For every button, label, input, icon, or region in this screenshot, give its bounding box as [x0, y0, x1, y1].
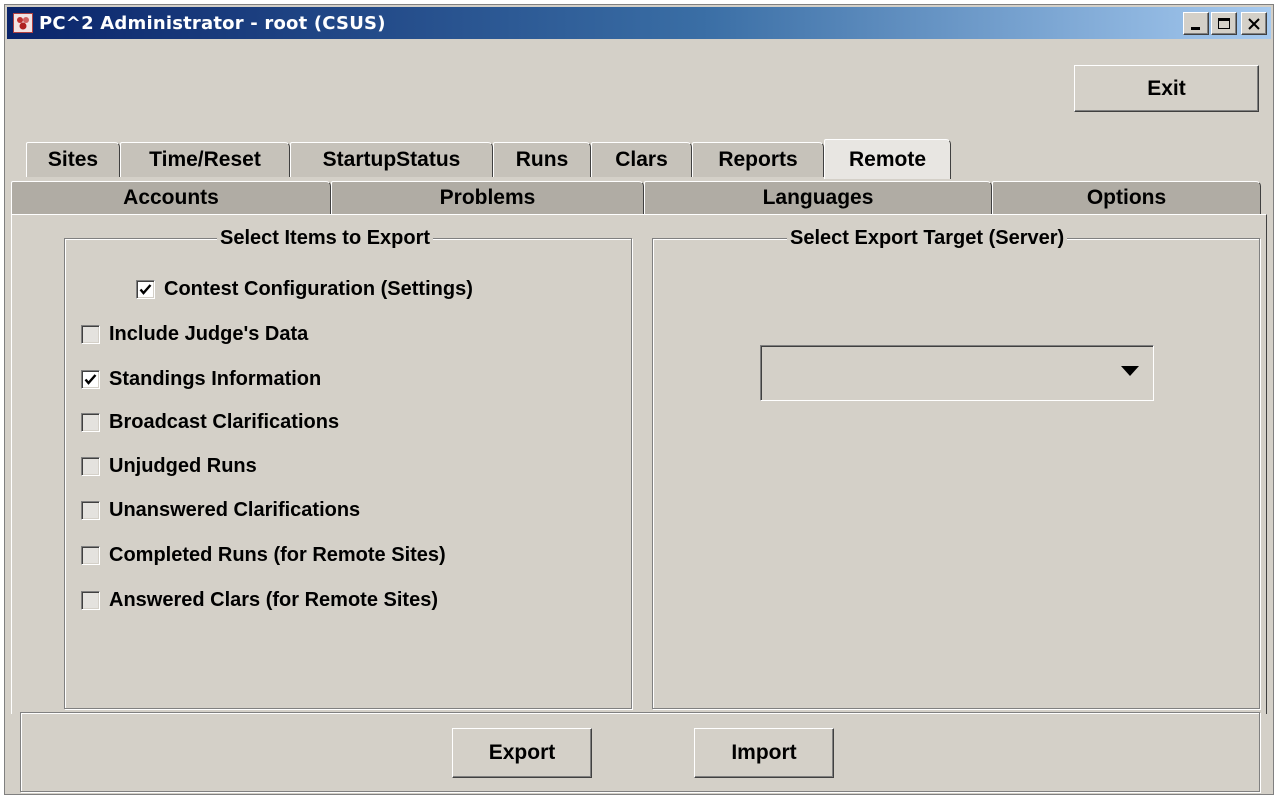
export-items-title: Select Items to Export	[217, 227, 434, 250]
dropdown-arrow-icon	[1121, 366, 1139, 376]
checkbox-box[interactable]	[136, 280, 155, 299]
tab-reports[interactable]: Reports	[692, 142, 824, 177]
exit-button[interactable]: Exit	[1074, 65, 1259, 112]
checkbox-label: Include Judge's Data	[109, 323, 309, 345]
checkbox-unjudged-runs[interactable]: Unjudged Runs	[81, 455, 257, 478]
tab-languages[interactable]: Languages	[644, 181, 992, 214]
export-target-select[interactable]	[760, 345, 1154, 401]
window-controls	[1183, 12, 1267, 35]
checkbox-include-judges-data[interactable]: Include Judge's Data	[81, 323, 308, 346]
tab-clars[interactable]: Clars	[591, 142, 692, 177]
minimize-button[interactable]	[1183, 12, 1209, 35]
action-button-panel	[20, 712, 1260, 792]
export-target-group: Select Export Target (Server)	[652, 227, 1260, 709]
checkmark-icon	[139, 284, 152, 295]
checkbox-label: Broadcast Clarifications	[109, 411, 340, 433]
checkbox-box[interactable]	[81, 457, 100, 476]
checkbox-standings-information[interactable]: Standings Information	[81, 368, 321, 391]
tab-sites[interactable]: Sites	[26, 142, 120, 177]
checkbox-box[interactable]	[81, 370, 100, 389]
import-button[interactable]: Import	[694, 728, 834, 778]
export-button[interactable]: Export	[452, 728, 592, 778]
checkbox-broadcast-clarifications[interactable]: Broadcast Clarifications	[81, 411, 339, 434]
checkbox-label: Unanswered Clarifications	[109, 499, 361, 521]
maximize-button[interactable]	[1211, 12, 1237, 35]
checkbox-box[interactable]	[81, 546, 100, 565]
checkbox-completed-runs[interactable]: Completed Runs (for Remote Sites)	[81, 544, 446, 567]
tab-options[interactable]: Options	[992, 181, 1261, 214]
close-button[interactable]	[1241, 12, 1267, 35]
checkbox-answered-clars[interactable]: Answered Clars (for Remote Sites)	[81, 589, 438, 612]
checkbox-label: Completed Runs (for Remote Sites)	[109, 544, 446, 566]
checkbox-label: Standings Information	[109, 368, 322, 390]
checkbox-box[interactable]	[81, 325, 100, 344]
title-bar[interactable]: PC^2 Administrator - root (CSUS)	[7, 7, 1271, 39]
tab-runs[interactable]: Runs	[493, 142, 591, 177]
window-title: PC^2 Administrator - root (CSUS)	[39, 12, 386, 34]
app-window: PC^2 Administrator - root (CSUS) Exit Si…	[4, 4, 1274, 795]
minimize-icon	[1191, 26, 1200, 30]
tab-startup-status[interactable]: StartupStatus	[290, 142, 493, 177]
checkbox-box[interactable]	[81, 413, 100, 432]
checkmark-icon	[84, 374, 97, 385]
close-icon	[1248, 17, 1260, 30]
app-logo-icon	[13, 13, 33, 33]
tab-time-reset[interactable]: Time/Reset	[120, 142, 290, 177]
checkbox-label: Contest Configuration (Settings)	[164, 278, 473, 300]
tab-remote[interactable]: Remote	[824, 139, 951, 179]
export-target-title: Select Export Target (Server)	[787, 227, 1068, 250]
tab-accounts[interactable]: Accounts	[11, 181, 331, 214]
checkbox-contest-configuration[interactable]: Contest Configuration (Settings)	[136, 278, 473, 301]
maximize-icon	[1218, 17, 1230, 29]
checkbox-unanswered-clarifications[interactable]: Unanswered Clarifications	[81, 499, 360, 522]
checkbox-box[interactable]	[81, 591, 100, 610]
checkbox-box[interactable]	[81, 501, 100, 520]
checkbox-label: Answered Clars (for Remote Sites)	[109, 589, 438, 611]
tab-problems[interactable]: Problems	[331, 181, 644, 214]
checkbox-label: Unjudged Runs	[109, 455, 257, 477]
